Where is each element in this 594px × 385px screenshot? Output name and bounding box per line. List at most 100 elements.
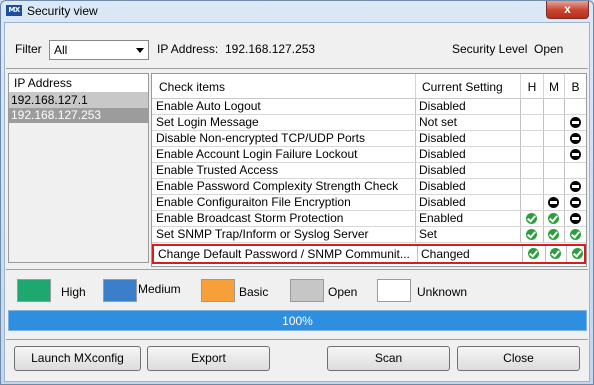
basic-cell <box>565 147 586 162</box>
window-close-button[interactable]: x <box>546 1 589 19</box>
filter-label: Filter <box>15 42 42 56</box>
medium-cell <box>544 131 565 146</box>
check-circle-icon <box>548 212 559 224</box>
current-setting-cell: Disabled <box>416 131 521 146</box>
basic-cell <box>565 195 586 210</box>
export-button[interactable]: Export <box>147 346 270 371</box>
filter-dropdown[interactable]: All <box>49 40 149 60</box>
legend-swatch-basic <box>201 279 235 302</box>
minus-circle-icon <box>569 180 581 192</box>
minus-circle-icon <box>569 148 581 160</box>
current-setting-cell: Set <box>416 227 521 242</box>
high-cell <box>521 131 544 146</box>
chevron-down-icon <box>136 48 144 53</box>
column-header-check-items[interactable]: Check items <box>152 74 416 99</box>
current-setting-cell: Disabled <box>416 147 521 162</box>
table-row[interactable]: Enable Broadcast Storm Protection Enabled <box>152 211 586 227</box>
high-cell <box>521 195 544 210</box>
minus-circle-icon <box>569 116 581 128</box>
current-setting-cell: Changed <box>418 246 523 262</box>
table-header: Check items Current Setting H M B <box>152 74 586 99</box>
medium-cell <box>544 99 565 114</box>
high-cell <box>523 246 546 262</box>
check-item-cell: Enable Password Complexity Strength Chec… <box>152 179 416 194</box>
ip-list-header[interactable]: IP Address <box>9 74 148 93</box>
progress-text: 100% <box>282 314 313 328</box>
ip-list-body: 192.168.127.1 192.168.127.253 <box>9 93 148 123</box>
medium-cell <box>544 211 565 226</box>
ip-address-label: IP Address: <box>157 42 219 56</box>
basic-cell <box>565 163 586 178</box>
column-header-basic[interactable]: B <box>565 74 586 99</box>
check-item-cell: Change Default Password / SNMP Communit.… <box>154 246 418 262</box>
ip-list-item[interactable]: 192.168.127.1 <box>9 93 148 108</box>
medium-cell <box>544 147 565 162</box>
check-circle-icon <box>526 212 537 224</box>
table-row[interactable]: Disable Non-encrypted TCP/UDP Ports Disab… <box>152 131 586 147</box>
check-circle-icon <box>550 248 561 259</box>
ip-address-value: 192.168.127.253 <box>225 42 316 56</box>
current-setting-cell: Enabled <box>416 211 521 226</box>
divider <box>6 339 588 340</box>
medium-cell <box>544 227 565 242</box>
check-item-cell: Set SNMP Trap/Inform or Syslog Server <box>152 227 416 242</box>
table-row[interactable]: Enable Account Login Failure Lockout Disa… <box>152 147 586 163</box>
check-item-cell: Enable Configuraiton File Encryption <box>152 195 416 210</box>
launch-mxconfig-button[interactable]: Launch MXconfig <box>14 346 141 371</box>
legend-label-unknown: Unknown <box>417 285 468 299</box>
current-setting-cell: Disabled <box>416 179 521 194</box>
column-header-high[interactable]: H <box>521 74 544 99</box>
table-row[interactable]: Set Login Message Not set <box>152 115 586 131</box>
high-cell <box>521 147 544 162</box>
current-setting-cell: Disabled <box>416 163 521 178</box>
ip-address-list: IP Address 192.168.127.1 192.168.127.253 <box>8 73 149 263</box>
table-row[interactable]: Set SNMP Trap/Inform or Syslog Server Set <box>152 227 586 243</box>
medium-cell <box>544 179 565 194</box>
check-items-table: Check items Current Setting H M B Enable… <box>151 73 587 267</box>
check-item-cell: Enable Broadcast Storm Protection <box>152 211 416 226</box>
table-body: Enable Auto Logout Disabled Set Login Mess… <box>152 99 586 264</box>
current-setting-cell: Not set <box>416 115 521 130</box>
security-level-label: Security Level <box>452 42 528 56</box>
basic-cell <box>565 211 586 226</box>
column-header-medium[interactable]: M <box>544 74 565 99</box>
minus-circle-icon <box>569 196 581 208</box>
table-row[interactable]: Enable Trusted Access Disabled <box>152 163 586 179</box>
table-row-highlighted[interactable]: Change Default Password / SNMP Communit.… <box>152 244 586 264</box>
check-circle-icon <box>571 248 583 259</box>
check-item-cell: Disable Non-encrypted TCP/UDP Ports <box>152 131 416 146</box>
high-cell <box>521 179 544 194</box>
security-level-value: Open <box>534 42 564 56</box>
check-circle-icon <box>526 228 537 240</box>
minus-circle-icon <box>548 196 559 208</box>
medium-cell <box>544 115 565 130</box>
column-header-current-setting[interactable]: Current Setting <box>416 74 521 99</box>
window-title: Security view <box>27 4 98 18</box>
basic-cell <box>565 115 586 130</box>
high-cell <box>521 227 544 242</box>
table-row[interactable]: Enable Configuraiton File Encryption Disa… <box>152 195 586 211</box>
current-setting-cell: Disabled <box>416 99 521 114</box>
progress-bar: 100% <box>8 310 587 331</box>
legend-label-high: High <box>61 285 86 299</box>
basic-cell <box>567 246 588 262</box>
app-icon: MX <box>6 5 22 16</box>
check-item-cell: Enable Account Login Failure Lockout <box>152 147 416 162</box>
legend-label-open: Open <box>328 285 358 299</box>
legend-swatch-medium <box>103 279 137 302</box>
table-row[interactable]: Enable Auto Logout Disabled <box>152 99 586 115</box>
filter-value: All <box>54 43 68 57</box>
high-cell <box>521 99 544 114</box>
legend-swatch-high <box>17 279 51 302</box>
table-row[interactable]: Enable Password Complexity Strength Chec… <box>152 179 586 195</box>
minus-circle-icon <box>569 132 581 144</box>
divider <box>6 269 588 270</box>
legend-label-basic: Basic <box>239 285 269 299</box>
check-item-cell: Enable Trusted Access <box>152 163 416 178</box>
scan-button[interactable]: Scan <box>327 346 450 371</box>
medium-cell <box>544 163 565 178</box>
ip-list-item-selected[interactable]: 192.168.127.253 <box>9 108 148 123</box>
high-cell <box>521 163 544 178</box>
title-bar[interactable]: MX Security view x <box>1 1 593 22</box>
close-button[interactable]: Close <box>457 346 580 371</box>
